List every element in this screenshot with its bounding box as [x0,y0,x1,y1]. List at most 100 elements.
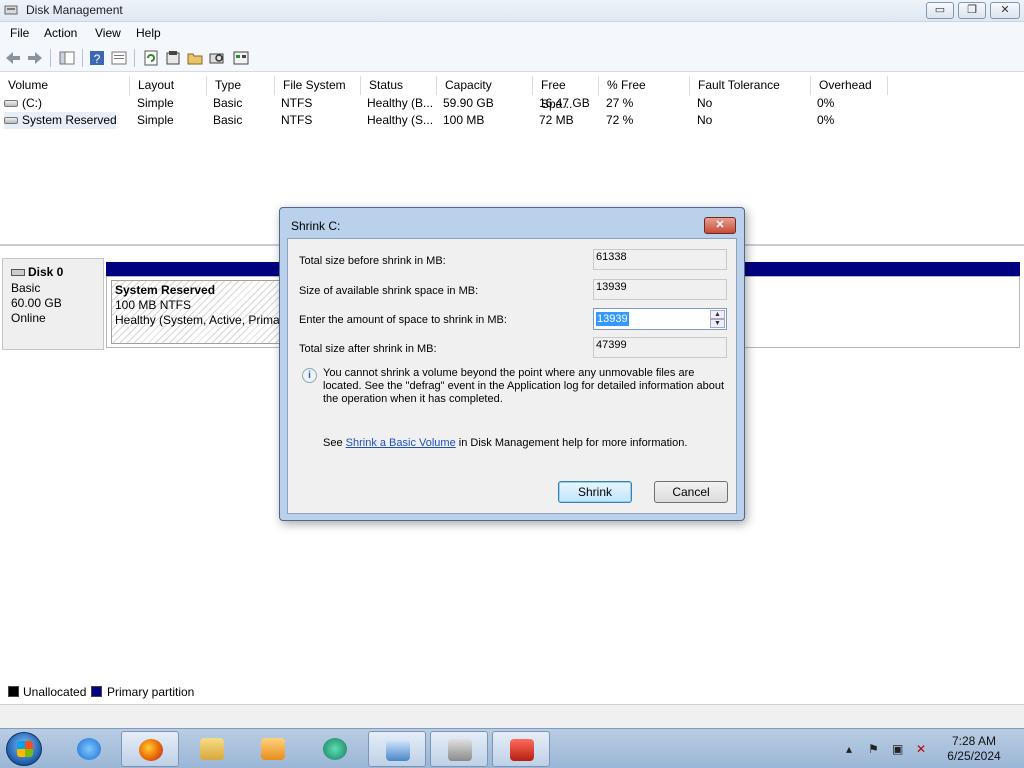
taskbar: ▴ ⚑ ▣ ✕ 7:28 AM 6/25/2024 [0,728,1024,768]
shrink-amount-input[interactable]: 13939 ▲ ▼ [593,308,727,330]
firefox-icon [139,739,163,761]
clock-date: 6/25/2024 [947,749,1001,763]
toolbar-separator [50,49,51,67]
cancel-button[interactable]: Cancel [654,481,728,503]
disk-name: Disk 0 [11,265,63,279]
column-overhead[interactable]: Overhead [811,76,888,95]
shrink-button[interactable]: Shrink [558,481,632,503]
overhead-cell: 0% [817,96,835,110]
app-icon [323,738,347,760]
free-space-cell: 16.47 GB [539,96,590,110]
legend-unallocated: Unallocated [23,685,87,699]
minimize-button[interactable]: ▭ [926,2,954,19]
total-after-value: 47399 [593,337,727,358]
console-tree-icon[interactable] [58,49,76,67]
layout-cell: Simple [137,96,174,110]
unallocated-swatch [8,686,19,697]
menu-file[interactable]: File [10,26,29,40]
disk-type: Basic [11,281,41,295]
restore-button[interactable]: ❐ [958,2,986,19]
media-player-icon [261,738,285,760]
partition-name: System Reserved [115,283,216,297]
total-after-label: Total size after shrink in MB: [299,343,437,355]
taskbar-file-explorer[interactable] [183,731,241,767]
volume-name: System Reserved [22,113,116,127]
disk-name-text: Disk 0 [28,265,64,279]
taskbar-remote-desktop[interactable] [368,731,426,767]
percent-free-cell: 27 % [606,96,634,110]
total-before-value: 61338 [593,249,727,270]
volume-cell: System Reserved [4,112,116,129]
properties-icon[interactable] [164,49,182,67]
column-status[interactable]: Status [361,76,437,95]
disk-management-icon [4,5,18,15]
help-icon[interactable]: ? [88,49,106,67]
taskbar-toolbox[interactable] [492,731,550,767]
volume-cell: (C:) [4,95,128,112]
volume-row[interactable]: System Reserved Simple Basic NTFS Health… [0,112,1024,129]
toolbox-icon [510,739,534,761]
system-reserved-partition[interactable]: System Reserved 100 MB NTFS Healthy (Sys… [111,280,284,344]
column-fault-tolerance[interactable]: Fault Tolerance [690,76,811,95]
volume-muted-icon[interactable]: ✕ [916,742,926,756]
help-topics-icon[interactable] [110,49,128,67]
taskbar-media-player[interactable] [244,731,302,767]
shrink-help-link[interactable]: Shrink a Basic Volume [346,437,456,449]
taskbar-server-manager[interactable] [430,731,488,767]
status-cell: Healthy (B... [367,96,434,110]
menu-action[interactable]: Action [44,26,77,40]
fs-cell: NTFS [281,96,313,110]
partition-status: Healthy (System, Active, Primar [115,313,284,327]
spin-down-button[interactable]: ▼ [710,319,725,328]
network-icon[interactable]: ▣ [892,742,903,756]
volume-name: (C:) [22,96,42,110]
forward-arrow-icon[interactable] [26,49,44,67]
show-hidden-icons-icon[interactable]: ▴ [846,742,852,756]
fs-cell: NTFS [281,113,313,127]
legend-primary-partition: Primary partition [107,685,195,699]
fault-tolerance-cell: No [697,96,713,110]
title-bar: Disk Management ▭ ❐ ✕ [0,0,1024,22]
disk-icon [11,269,25,277]
layout-cell: Simple [137,113,174,127]
action-center-flag-icon[interactable]: ⚑ [868,742,879,756]
shrink-dialog: Shrink C: ✕ Total size before shrink in … [279,207,745,521]
menu-help[interactable]: Help [136,26,161,40]
start-button[interactable] [6,732,42,766]
partition-size-fs: 100 MB NTFS [115,298,192,312]
column-file-system[interactable]: File System [275,76,361,95]
file-explorer-icon [200,738,224,760]
system-clock[interactable]: 7:28 AM 6/25/2024 [936,734,1012,764]
disk-state: Online [11,311,46,325]
menu-view[interactable]: View [95,26,121,40]
dialog-title: Shrink C: [291,219,341,233]
spin-up-button[interactable]: ▲ [710,310,725,319]
volume-icon [4,117,18,125]
column-capacity[interactable]: Capacity [437,76,533,95]
disk-info-box[interactable]: Disk 0 Basic 60.00 GB Online [2,258,104,350]
taskbar-app[interactable] [306,731,364,767]
taskbar-firefox[interactable] [121,731,179,767]
dialog-close-button[interactable]: ✕ [704,217,736,234]
free-space-cell: 72 MB [539,113,574,127]
column-free-space[interactable]: Free Spa... [533,76,599,111]
column-type[interactable]: Type [207,76,275,95]
toolbar-separator [134,49,135,67]
close-button[interactable]: ✕ [990,2,1020,19]
column-layout[interactable]: Layout [130,76,207,95]
taskbar-internet-explorer[interactable] [60,731,118,767]
legend: Unallocated Primary partition [0,684,1024,702]
rescan-icon[interactable] [208,49,226,67]
server-icon [448,739,472,761]
open-icon[interactable] [186,49,204,67]
type-cell: Basic [213,113,243,127]
back-arrow-icon[interactable] [4,49,22,67]
volume-row[interactable]: (C:) Simple Basic NTFS Healthy (B... 59.… [0,95,1024,112]
column-percent-free[interactable]: % Free [599,76,690,95]
refresh-icon[interactable] [142,49,160,67]
column-volume[interactable]: Volume [0,76,130,95]
settings-icon[interactable] [232,49,250,67]
shrink-amount-label: Enter the amount of space to shrink in M… [299,314,507,326]
fault-tolerance-cell: No [697,113,713,127]
type-cell: Basic [213,96,243,110]
